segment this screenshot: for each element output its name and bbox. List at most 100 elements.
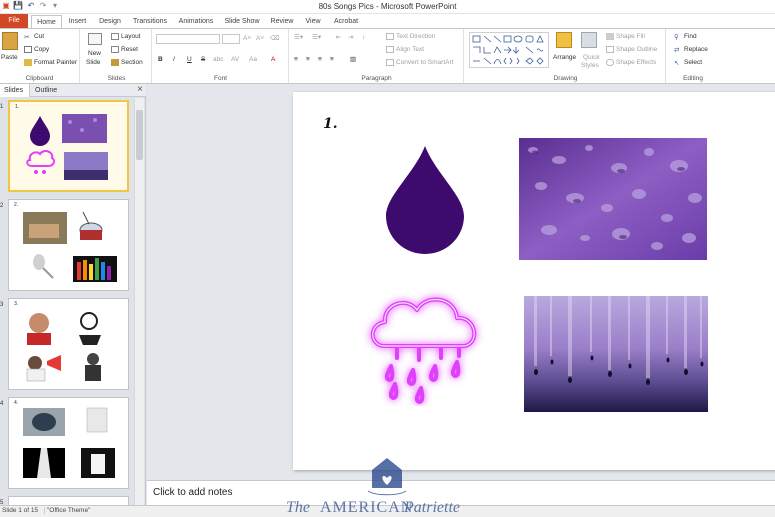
slide-count-status: Slide 1 of 15 bbox=[2, 507, 39, 514]
tab-acrobat[interactable]: Acrobat bbox=[330, 15, 362, 28]
change-case-button[interactable]: Aa bbox=[249, 55, 257, 64]
bullets-icon[interactable]: ☰▾ bbox=[294, 33, 303, 42]
thumb-4-content bbox=[23, 407, 115, 478]
decrease-indent-icon[interactable]: ⇤ bbox=[336, 33, 341, 42]
align-left-icon[interactable]: ≡ bbox=[294, 55, 298, 64]
cut-button[interactable]: ✂ Cut bbox=[24, 32, 44, 41]
section-icon bbox=[111, 58, 119, 66]
quick-styles-icon[interactable] bbox=[581, 32, 597, 48]
shapes-gallery[interactable] bbox=[469, 32, 549, 68]
paste-icon[interactable] bbox=[2, 32, 18, 50]
strikethrough-button[interactable]: S bbox=[201, 55, 205, 64]
convert-smartart-button[interactable]: Convert to SmartArt bbox=[386, 58, 453, 67]
shape-effects-button[interactable]: Shape Effects bbox=[606, 58, 656, 67]
slide-thumbnail-4[interactable]: 4. bbox=[8, 397, 129, 489]
align-text-button[interactable]: Align Text bbox=[386, 45, 424, 54]
notes-placeholder[interactable]: Click to add notes bbox=[153, 487, 233, 498]
shadow-button[interactable]: abc bbox=[213, 55, 223, 64]
line-spacing-icon[interactable]: ↕ bbox=[362, 33, 365, 42]
layout-button[interactable]: Layout bbox=[111, 32, 141, 41]
tab-home[interactable]: Home bbox=[31, 15, 62, 29]
columns-icon[interactable]: ▥ bbox=[350, 55, 356, 64]
font-name-dropdown[interactable] bbox=[156, 34, 220, 44]
format-painter-button[interactable]: Format Painter bbox=[24, 58, 77, 67]
tab-view[interactable]: View bbox=[302, 15, 324, 28]
close-pane-icon[interactable]: × bbox=[137, 84, 143, 96]
reset-button[interactable]: Reset bbox=[111, 45, 138, 54]
thumb-label: 2. bbox=[14, 202, 19, 208]
paste-button[interactable]: Paste bbox=[1, 53, 18, 62]
align-center-icon[interactable]: ≡ bbox=[306, 55, 310, 64]
neon-rain-cloud-icon[interactable] bbox=[361, 284, 491, 406]
tab-animations[interactable]: Animations bbox=[176, 15, 216, 28]
replace-button[interactable]: ⇄ Replace bbox=[674, 45, 708, 54]
quick-styles-button-line2[interactable]: Styles bbox=[581, 61, 599, 70]
grow-font-icon[interactable]: A˄ bbox=[243, 34, 251, 43]
powerpoint-window: ▣ 💾 ↶ ↷ ▾ 80s Songs Pics - Microsoft Pow… bbox=[0, 0, 775, 517]
ribbon: Paste ✂ Cut Copy Format Painter Clipboard… bbox=[0, 28, 775, 84]
new-slide-button[interactable]: New bbox=[88, 49, 101, 58]
ribbon-tabs: File Home Insert Design Transitions Anim… bbox=[0, 14, 775, 29]
find-button[interactable]: ⚲ Find bbox=[674, 32, 697, 41]
editing-label: Editing bbox=[683, 75, 703, 82]
smartart-icon bbox=[386, 58, 394, 66]
slide-thumbnail-1[interactable]: 1. bbox=[8, 100, 129, 192]
justify-icon[interactable]: ≡ bbox=[330, 55, 334, 64]
american-patriette-watermark-logo: The AMERICAN Patriette bbox=[286, 458, 460, 516]
font-color-button[interactable]: A bbox=[271, 55, 275, 64]
tab-slides[interactable]: Slides bbox=[0, 84, 30, 97]
shape-outline-button[interactable]: Shape Outline bbox=[606, 45, 657, 54]
tab-review[interactable]: Review bbox=[268, 15, 296, 28]
editing-group: ⚲ Find ⇄ Replace ↖ Select Editing bbox=[668, 29, 718, 83]
thumb-label: 1. bbox=[15, 104, 20, 110]
water-drop-shape[interactable] bbox=[384, 144, 466, 256]
slides-pane-scrollbar[interactable] bbox=[134, 98, 144, 505]
text-direction-button[interactable]: Text Direction bbox=[386, 32, 435, 41]
numbering-icon[interactable]: ☰▾ bbox=[312, 33, 321, 42]
new-slide-button-line2[interactable]: Slide bbox=[86, 58, 100, 67]
thumb-1-content bbox=[26, 114, 108, 180]
raindrops-photo[interactable] bbox=[519, 138, 707, 260]
new-slide-icon[interactable] bbox=[88, 33, 102, 45]
underline-button[interactable]: U bbox=[187, 55, 192, 64]
pane-tabs: Slides Outline × bbox=[0, 84, 146, 97]
thumb-3-content bbox=[26, 312, 101, 382]
arrange-button[interactable]: Arrange bbox=[553, 53, 576, 62]
align-right-icon[interactable]: ≡ bbox=[318, 55, 322, 64]
paragraph-group: ☰▾ ☰▾ ⇤ ⇥ ↕ ≡ ≡ ≡ ≡ ▥ Text Direction Ali… bbox=[290, 29, 464, 83]
layout-icon bbox=[111, 32, 119, 40]
slide-canvas[interactable]: 1. bbox=[293, 92, 775, 470]
slide-thumbnail-2[interactable]: 2. bbox=[8, 199, 129, 291]
title-bar: ▣ 💾 ↶ ↷ ▾ 80s Songs Pics - Microsoft Pow… bbox=[0, 0, 775, 14]
slide-number-label[interactable]: 1. bbox=[323, 116, 338, 132]
scissors-icon: ✂ bbox=[24, 33, 30, 41]
shrink-font-icon[interactable]: A˅ bbox=[256, 34, 264, 43]
tab-file[interactable]: File bbox=[0, 14, 28, 28]
select-button[interactable]: ↖ Select bbox=[674, 58, 702, 67]
binoculars-icon: ⚲ bbox=[674, 33, 679, 41]
tab-insert[interactable]: Insert bbox=[64, 15, 91, 28]
theme-status[interactable]: "Office Theme" bbox=[44, 507, 90, 514]
tab-design[interactable]: Design bbox=[96, 15, 124, 28]
copy-button[interactable]: Copy bbox=[24, 45, 49, 54]
reset-icon bbox=[111, 45, 119, 53]
tab-transitions[interactable]: Transitions bbox=[130, 15, 170, 28]
slide-editor: 1. bbox=[147, 84, 775, 480]
slide-thumbnail-3[interactable]: 3. bbox=[8, 298, 129, 390]
character-spacing-button[interactable]: AV bbox=[231, 55, 239, 64]
clear-formatting-icon[interactable]: ⌫ bbox=[270, 34, 279, 43]
tab-outline[interactable]: Outline bbox=[31, 84, 65, 97]
align-text-icon bbox=[386, 45, 394, 53]
arrange-icon[interactable] bbox=[556, 32, 572, 48]
clipboard-label: Clipboard bbox=[25, 75, 54, 82]
rainy-window-photo[interactable] bbox=[524, 296, 708, 412]
italic-button[interactable]: I bbox=[173, 55, 175, 64]
tab-slide-show[interactable]: Slide Show bbox=[222, 15, 262, 28]
bold-button[interactable]: B bbox=[158, 55, 163, 64]
slide-number: 4 bbox=[0, 401, 4, 407]
section-button[interactable]: Section bbox=[111, 58, 143, 67]
scrollbar-thumb[interactable] bbox=[136, 110, 143, 160]
font-size-dropdown[interactable] bbox=[222, 34, 240, 44]
increase-indent-icon[interactable]: ⇥ bbox=[348, 33, 353, 42]
shape-fill-button[interactable]: Shape Fill bbox=[606, 32, 645, 41]
